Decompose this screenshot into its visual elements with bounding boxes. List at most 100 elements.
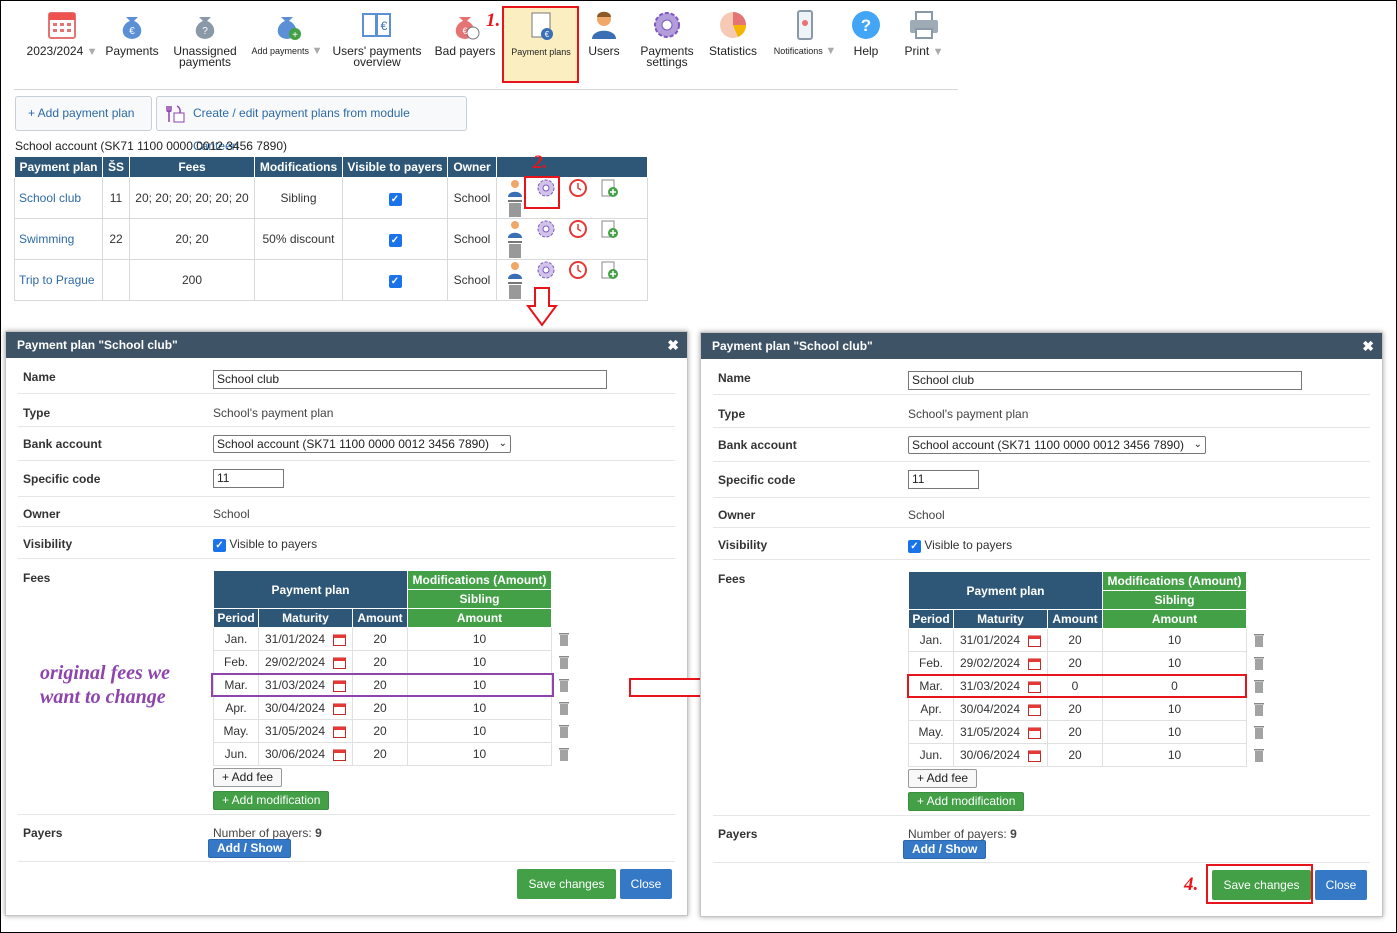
add-fee-button[interactable]: + Add fee	[908, 769, 978, 788]
fee-amount[interactable]: 20	[1047, 720, 1103, 744]
fee-maturity-cell[interactable]: 30/04/2024	[258, 696, 353, 720]
copy-plan-icon[interactable]	[599, 219, 619, 239]
fee-amount[interactable]: 20	[352, 650, 408, 674]
calendar-icon[interactable]	[333, 657, 347, 669]
fee-mod-amount[interactable]: 10	[1102, 743, 1247, 767]
trash-icon[interactable]	[1253, 656, 1265, 671]
fee-amount[interactable]: 20	[352, 719, 408, 743]
toolbar-add-payments[interactable]: + Add payments ▼	[248, 8, 326, 57]
copy-plan-icon[interactable]	[599, 178, 619, 198]
fee-maturity-cell[interactable]: 30/04/2024	[953, 697, 1048, 721]
fee-maturity-cell[interactable]: 30/06/2024	[258, 742, 353, 766]
fee-mod-amount[interactable]: 10	[1102, 697, 1247, 721]
trash-icon[interactable]	[505, 239, 525, 259]
trash-icon[interactable]	[505, 198, 525, 218]
toolbar-unassigned[interactable]: ? Unassigned payments	[168, 8, 242, 68]
trash-icon[interactable]	[558, 724, 570, 739]
add-show-button[interactable]: Add / Show	[208, 839, 292, 858]
name-input[interactable]: School club	[908, 371, 1302, 390]
fee-mod-amount[interactable]: 10	[407, 742, 552, 766]
toolbar-users[interactable]: Users	[582, 8, 626, 57]
bank-account-select[interactable]: School account (SK71 1100 0000 0012 3456…	[908, 436, 1206, 454]
toolbar-statistics[interactable]: Statistics	[704, 8, 762, 57]
fee-maturity-cell[interactable]: 30/06/2024	[953, 743, 1048, 767]
calendar-icon[interactable]	[1028, 635, 1042, 647]
history-icon[interactable]	[568, 260, 588, 280]
calendar-icon[interactable]	[1028, 727, 1042, 739]
trash-icon[interactable]	[1253, 748, 1265, 763]
toolbar-year[interactable]: 2023/2024 ▼	[22, 8, 102, 58]
trash-icon[interactable]	[1253, 725, 1265, 740]
fee-mod-amount[interactable]: 10	[407, 650, 552, 674]
save-changes-button[interactable]: Save changes	[517, 869, 616, 899]
trash-icon[interactable]	[558, 655, 570, 670]
trash-icon[interactable]	[1253, 679, 1265, 694]
visibility-checkbox[interactable]: ✓ Visible to payers	[908, 538, 1012, 553]
trash-icon[interactable]	[1253, 702, 1265, 717]
close-button[interactable]: Close	[620, 869, 672, 899]
canteen-plans-button[interactable]: Create / edit payment plans from module …	[156, 96, 467, 153]
calendar-icon[interactable]	[333, 749, 347, 761]
plan-name-link[interactable]: School club	[14, 177, 103, 219]
gear-icon[interactable]	[536, 260, 556, 280]
add-modification-button[interactable]: + Add modification	[213, 791, 330, 810]
fee-amount[interactable]: 20	[352, 627, 408, 651]
plan-name-link[interactable]: Trip to Prague	[14, 259, 103, 301]
specific-code-input[interactable]: 11	[213, 469, 284, 488]
toolbar-help[interactable]: ? Help	[846, 8, 886, 57]
checkbox-checked-icon[interactable]: ✓	[388, 274, 402, 288]
fee-mod-amount[interactable]: 10	[1102, 720, 1247, 744]
fee-mod-amount[interactable]: 10	[407, 719, 552, 743]
checkbox-checked-icon[interactable]: ✓	[213, 539, 226, 552]
fee-amount[interactable]: 20	[352, 742, 408, 766]
calendar-icon[interactable]	[333, 726, 347, 738]
close-icon[interactable]: ✖	[1362, 333, 1374, 359]
trash-icon[interactable]	[1253, 633, 1265, 648]
fee-maturity-cell[interactable]: 31/01/2024	[258, 627, 353, 651]
fee-mod-amount[interactable]: 10	[1102, 628, 1247, 652]
calendar-icon[interactable]	[1028, 658, 1042, 670]
visibility-checkbox[interactable]: ✓ Visible to payers	[213, 537, 317, 552]
trash-icon[interactable]	[505, 280, 525, 300]
close-button[interactable]: Close	[1315, 870, 1367, 900]
user-icon[interactable]	[505, 178, 525, 198]
user-icon[interactable]	[505, 219, 525, 239]
add-show-button[interactable]: Add / Show	[903, 840, 987, 859]
fee-mod-amount[interactable]: 10	[407, 627, 552, 651]
trash-icon[interactable]	[558, 747, 570, 762]
close-icon[interactable]: ✖	[667, 332, 679, 358]
trash-icon[interactable]	[558, 632, 570, 647]
checkbox-checked-icon[interactable]: ✓	[908, 540, 921, 553]
fee-mod-amount[interactable]: 10	[407, 696, 552, 720]
fee-mod-amount[interactable]: 10	[1102, 651, 1247, 675]
fee-amount[interactable]: 20	[1047, 628, 1103, 652]
fee-amount[interactable]: 20	[1047, 651, 1103, 675]
fee-amount[interactable]: 20	[1047, 743, 1103, 767]
fee-amount[interactable]: 20	[1047, 697, 1103, 721]
user-icon[interactable]	[505, 260, 525, 280]
checkbox-checked-icon[interactable]: ✓	[388, 233, 402, 247]
bank-account-select[interactable]: School account (SK71 1100 0000 0012 3456…	[213, 435, 511, 453]
toolbar-users-overview[interactable]: € Users' payments overview	[330, 8, 424, 68]
trash-icon[interactable]	[558, 678, 570, 693]
fee-maturity-cell[interactable]: 29/02/2024	[953, 651, 1048, 675]
fee-maturity-cell[interactable]: 31/05/2024	[258, 719, 353, 743]
fee-maturity-cell[interactable]: 31/05/2024	[953, 720, 1048, 744]
toolbar-payments[interactable]: € Payments	[104, 8, 160, 57]
toolbar-notifications[interactable]: Notifications ▼	[766, 8, 844, 57]
name-input[interactable]: School club	[213, 370, 607, 389]
toolbar-print[interactable]: Print ▼	[896, 8, 952, 58]
fee-amount[interactable]: 20	[352, 696, 408, 720]
add-modification-button[interactable]: + Add modification	[908, 792, 1025, 811]
history-icon[interactable]	[568, 178, 588, 198]
calendar-icon[interactable]	[333, 703, 347, 715]
plan-name-link[interactable]: Swimming	[14, 218, 103, 260]
fee-maturity-cell[interactable]: 29/02/2024	[258, 650, 353, 674]
add-payment-plan-button[interactable]: + Add payment plan	[15, 96, 152, 131]
fee-maturity-cell[interactable]: 31/01/2024	[953, 628, 1048, 652]
add-fee-button[interactable]: + Add fee	[213, 768, 283, 787]
calendar-icon[interactable]	[333, 634, 347, 646]
copy-plan-icon[interactable]	[599, 260, 619, 280]
checkbox-checked-icon[interactable]: ✓	[388, 192, 402, 206]
history-icon[interactable]	[568, 219, 588, 239]
